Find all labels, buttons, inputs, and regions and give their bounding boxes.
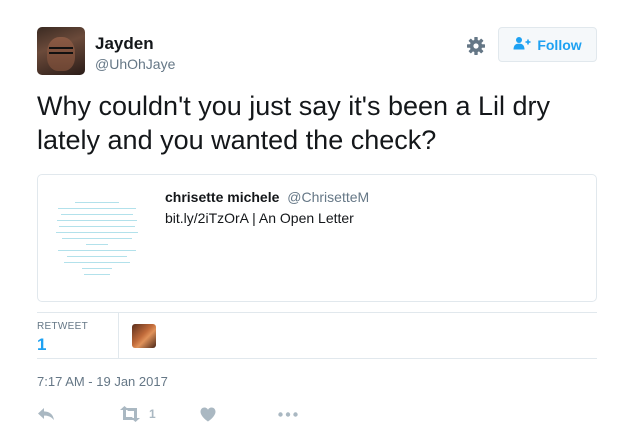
add-user-icon	[513, 36, 531, 53]
tweet-actions: 1	[37, 402, 597, 426]
avatar-glasses	[49, 47, 73, 54]
card-link-text[interactable]: bit.ly/2iTzOrA | An Open Letter	[165, 210, 354, 226]
gear-icon[interactable]	[466, 36, 486, 56]
more-button[interactable]	[278, 402, 298, 426]
card-thumbnail	[38, 175, 156, 301]
card-author: chrisette michele @ChrisetteM	[165, 189, 369, 205]
tweet-detail: Jayden @UhOhJaye Follow Why couldn't you…	[0, 0, 638, 448]
card-author-handle: @ChrisetteM	[287, 189, 370, 205]
card-author-name: chrisette michele	[165, 189, 280, 205]
retweet-button[interactable]: 1	[119, 402, 156, 426]
author-handle[interactable]: @UhOhJaye	[95, 56, 175, 72]
heart-icon	[200, 407, 216, 422]
follow-label: Follow	[537, 36, 582, 53]
author-name[interactable]: Jayden	[95, 34, 154, 54]
stats-divider-bottom	[37, 358, 597, 359]
reply-button[interactable]	[37, 402, 55, 426]
tweet-text: Why couldn't you just say it's been a Li…	[37, 91, 551, 155]
reply-icon	[37, 407, 55, 421]
author-avatar[interactable]	[37, 27, 85, 75]
retweeter-avatar[interactable]	[132, 324, 156, 348]
more-icon	[278, 411, 298, 417]
link-card[interactable]: chrisette michele @ChrisetteM bit.ly/2iT…	[37, 174, 597, 302]
like-button[interactable]	[200, 402, 216, 426]
retweet-stat-count[interactable]: 1	[37, 335, 46, 355]
retweet-stat-label: RETWEET	[37, 321, 88, 332]
follow-button[interactable]: Follow	[498, 27, 597, 62]
retweet-action-count: 1	[149, 407, 156, 421]
tweet-timestamp[interactable]: 7:17 AM - 19 Jan 2017	[37, 374, 168, 389]
stats-divider-top	[37, 312, 597, 313]
retweet-icon	[119, 406, 141, 422]
avatar-face	[47, 37, 75, 71]
stats-separator	[118, 313, 119, 358]
